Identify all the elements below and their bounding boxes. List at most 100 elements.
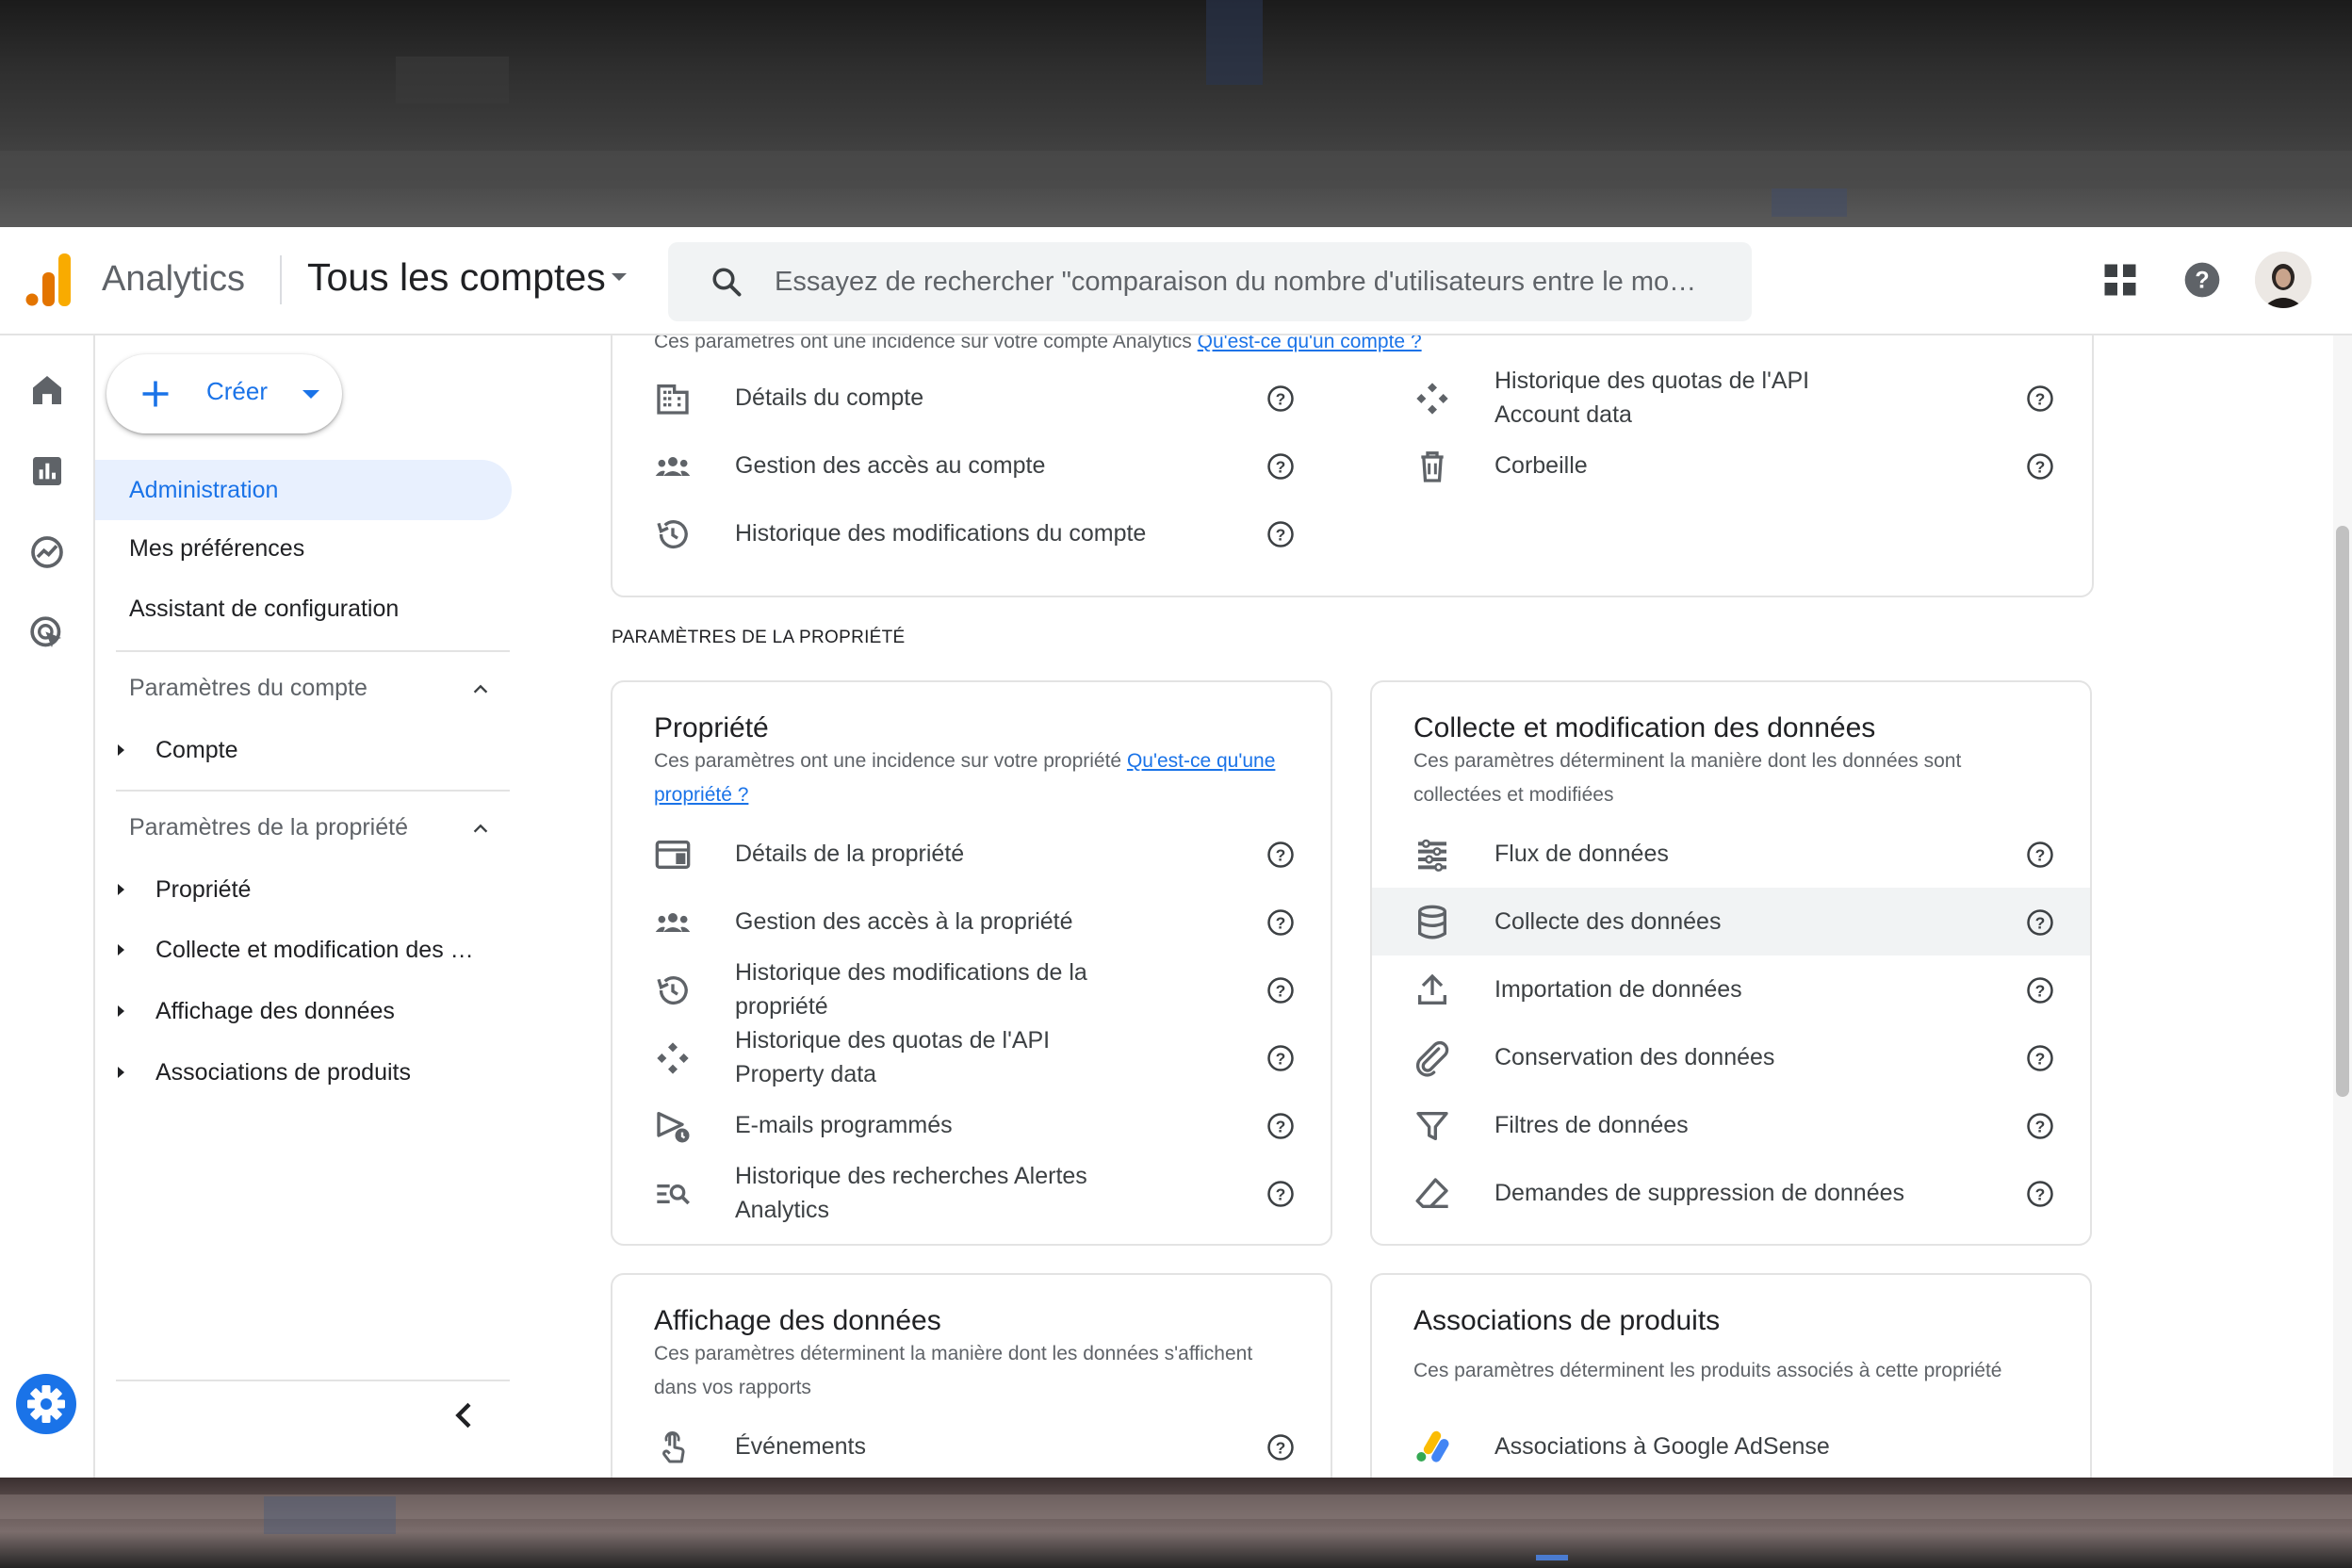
create-button[interactable]: Créer <box>106 354 342 433</box>
row-label: Associations à Google AdSense <box>1494 1433 1830 1460</box>
what-is-account-link[interactable]: Qu'est-ce qu'un compte ? <box>1198 335 1422 352</box>
help-circle-icon[interactable]: ? <box>2026 1044 2054 1072</box>
card-description: Ces paramètres déterminent les produits … <box>1413 1360 2002 1381</box>
app-name: Analytics <box>102 259 246 299</box>
data-retention-row[interactable]: Conservation des données ? <box>1372 1023 2090 1091</box>
row-label: Collecte des données <box>1494 908 1722 935</box>
row-label: Flux de données <box>1494 841 1669 867</box>
nav-item-administration[interactable]: Administration <box>95 460 512 520</box>
svg-text:?: ? <box>1276 1049 1286 1068</box>
account-settings-card: Ces paramètres ont une incidence sur vot… <box>611 335 2094 597</box>
data-filters-row[interactable]: Filtres de données ? <box>1372 1091 2090 1159</box>
help-circle-icon[interactable]: ? <box>2026 1112 2054 1140</box>
api-icon <box>657 1042 689 1074</box>
help-circle-icon[interactable]: ? <box>1266 1180 1295 1208</box>
nav-item-label: Affichage des données <box>155 998 395 1024</box>
nav-section-label: Paramètres du compte <box>129 675 368 701</box>
help-circle-icon[interactable]: ? <box>1266 1112 1295 1140</box>
help-circle-icon[interactable]: ? <box>1266 452 1295 481</box>
help-circle-icon[interactable]: ? <box>1266 520 1295 548</box>
account-access-row[interactable]: Gestion des accès au compte ? <box>612 432 1353 499</box>
eraser-icon <box>1415 1178 1448 1208</box>
explore-icon[interactable] <box>28 533 66 571</box>
scheduled-emails-row[interactable]: E-mails programmés ? <box>612 1091 1331 1159</box>
history-icon <box>657 976 688 1005</box>
svg-text:?: ? <box>2035 1049 2046 1068</box>
property-details-row[interactable]: Détails de la propriété ? <box>612 820 1331 888</box>
people-icon <box>655 913 691 932</box>
data-collection-row[interactable]: Collecte des données ? <box>1372 888 2090 956</box>
navigation-rail <box>0 335 95 1478</box>
adsense-link-row[interactable]: Associations à Google AdSense <box>1372 1413 2090 1478</box>
data-import-row[interactable]: Importation de données ? <box>1372 956 2090 1023</box>
help-circle-icon[interactable]: ? <box>1266 841 1295 869</box>
reports-icon[interactable] <box>28 452 66 490</box>
product-links-card: Associations de produits Ces paramètres … <box>1370 1273 2092 1478</box>
help-circle-icon[interactable]: ? <box>1266 1433 1295 1462</box>
avatar[interactable] <box>2255 252 2311 308</box>
nav-section-account[interactable]: Paramètres du compte <box>95 658 512 718</box>
people-icon <box>655 457 691 476</box>
divider <box>116 650 510 652</box>
nav-section-label: Paramètres de la propriété <box>129 814 408 841</box>
nav-item-property[interactable]: Propriété <box>95 859 512 920</box>
data-display-card: Affichage des données Ces paramètres dét… <box>611 1273 1332 1478</box>
help-circle-icon[interactable]: ? <box>2026 908 2054 937</box>
settings-icon <box>27 1385 65 1423</box>
data-deletion-row[interactable]: Demandes de suppression de données ? <box>1372 1159 2090 1227</box>
nav-item-data-display[interactable]: Affichage des données <box>95 981 512 1041</box>
account-api-quota-row[interactable]: Historique des quotas de l'API Account d… <box>1372 364 2092 432</box>
help-circle-icon[interactable]: ? <box>2026 1180 2054 1208</box>
account-details-row[interactable]: Détails du compte ? <box>612 364 1353 432</box>
property-history-row[interactable]: Historique des modifications de la propr… <box>612 956 1331 1023</box>
nav-item-data-collection[interactable]: Collecte et modification des … <box>95 920 512 980</box>
admin-settings-button[interactable] <box>16 1374 76 1434</box>
building-icon <box>657 384 689 415</box>
search-history-row[interactable]: Historique des recherches Alertes Analyt… <box>612 1159 1331 1227</box>
row-label: Historique des quotas de l'API Account d… <box>1494 368 1810 428</box>
nav-item-preferences[interactable]: Mes préférences <box>95 518 512 579</box>
nav-item-setup-assistant[interactable]: Assistant de configuration <box>95 579 512 639</box>
help-circle-icon[interactable]: ? <box>1266 384 1295 413</box>
nav-item-product-links[interactable]: Associations de produits <box>95 1042 512 1102</box>
svg-text:?: ? <box>1276 913 1286 932</box>
advertising-icon[interactable] <box>28 614 66 652</box>
blurred-taskbar-area <box>0 1478 2352 1568</box>
account-history-row[interactable]: Historique des modifications du compte ? <box>612 499 1353 567</box>
help-circle-icon[interactable]: ? <box>2026 976 2054 1004</box>
apps-grid-icon[interactable] <box>2103 263 2137 297</box>
expand-arrow-icon <box>118 744 124 756</box>
caret-down-icon[interactable] <box>302 390 319 399</box>
nav-item-label: Collecte et modification des … <box>155 937 474 963</box>
nav-item-account[interactable]: Compte <box>95 720 512 780</box>
nav-item-label: Associations de produits <box>155 1059 411 1086</box>
help-circle-icon[interactable]: ? <box>1266 1044 1295 1072</box>
help-circle-icon[interactable]: ? <box>1266 976 1295 1004</box>
help-circle-icon[interactable]: ? <box>2026 384 2054 413</box>
trash-row[interactable]: Corbeille ? <box>1372 432 2092 499</box>
help-icon[interactable]: ? <box>2183 261 2221 299</box>
help-circle-icon[interactable]: ? <box>2026 841 2054 869</box>
help-circle-icon[interactable]: ? <box>1266 908 1295 937</box>
scrollbar-thumb[interactable] <box>2336 526 2349 1097</box>
property-details-icon <box>655 841 691 869</box>
analytics-logo[interactable] <box>24 253 74 306</box>
nav-section-property[interactable]: Paramètres de la propriété <box>95 797 512 858</box>
account-picker[interactable]: Tous les comptes <box>307 255 627 300</box>
upload-icon <box>1418 973 1446 1004</box>
search-bar[interactable] <box>668 242 1752 321</box>
data-streams-row[interactable]: Flux de données ? <box>1372 820 2090 888</box>
events-row[interactable]: Événements ? <box>612 1413 1331 1478</box>
card-description-text: Ces paramètres ont une incidence sur vot… <box>654 335 1192 352</box>
history-icon <box>657 520 688 549</box>
home-icon[interactable] <box>28 371 66 409</box>
help-circle-icon[interactable]: ? <box>2026 452 2054 481</box>
database-icon <box>1418 905 1446 939</box>
property-api-quota-row[interactable]: Historique des quotas de l'API Property … <box>612 1023 1331 1091</box>
row-label: E-mails programmés <box>735 1112 953 1138</box>
nav-item-label: Compte <box>155 737 238 763</box>
search-input[interactable] <box>775 242 1745 321</box>
card-title: Collecte et modification des données <box>1413 712 1876 743</box>
collapse-nav-icon[interactable] <box>446 1396 483 1434</box>
property-access-row[interactable]: Gestion des accès à la propriété ? <box>612 888 1331 956</box>
